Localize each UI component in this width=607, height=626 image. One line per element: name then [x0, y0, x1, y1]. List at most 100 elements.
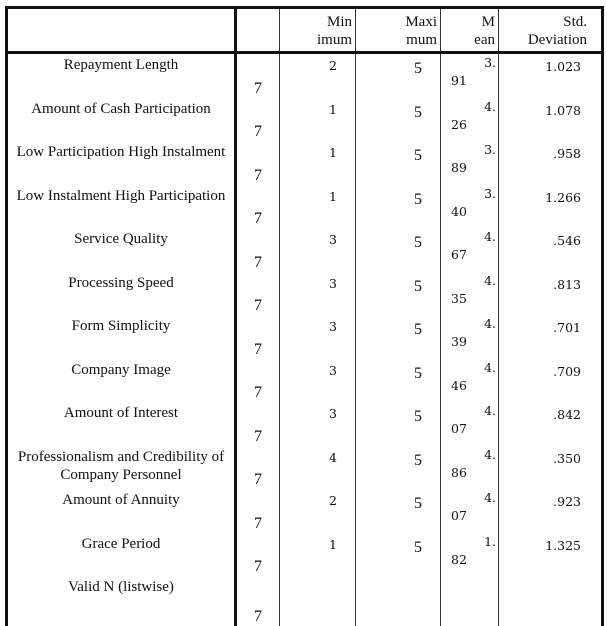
row-n: 7: [235, 576, 280, 626]
mean-integer-part: 4.: [484, 272, 496, 288]
mean-integer-part: 4.: [484, 490, 496, 505]
descriptive-statistics-table: Min imum Maxi mum M ean Std. Deviation R…: [5, 6, 604, 626]
header-mean: M ean: [440, 7, 499, 54]
row-minimum: 2: [279, 489, 356, 533]
row-minimum: 3: [279, 271, 356, 315]
row-label: Repayment Length: [6, 52, 237, 98]
row-minimum: 1: [279, 532, 356, 576]
header-maximum: Maxi mum: [355, 7, 441, 54]
row-minimum: [279, 576, 356, 626]
row-mean: 4. 07: [440, 402, 499, 446]
row-minimum: 4: [279, 445, 356, 489]
row-minimum: 1: [279, 184, 356, 228]
table-row: Service Quality 7 3 5 4. 67 .546: [6, 228, 603, 272]
mean-integer-part: 3.: [484, 185, 496, 201]
row-std-deviation: .923: [553, 494, 581, 509]
row-std-deviation: .842: [553, 407, 581, 422]
row-std-deviation: .709: [553, 363, 581, 379]
table-row: Company Image 7 3 5 4. 46 .709: [6, 358, 603, 402]
mean-integer-part: 4.: [484, 316, 496, 331]
row-minimum: 3: [279, 228, 356, 272]
row-label: Form Simplicity: [6, 315, 237, 359]
row-n: 7: [235, 184, 280, 228]
mean-integer-part: 4.: [484, 359, 496, 375]
row-label: Processing Speed: [6, 271, 237, 315]
mean-fraction-part: 46: [451, 377, 467, 393]
row-n: 7: [235, 445, 280, 489]
mean-fraction-part: 89: [451, 160, 467, 175]
mean-integer-part: 3.: [484, 55, 496, 70]
header-label: [6, 7, 237, 54]
row-std-deviation: .813: [553, 276, 581, 292]
row-maximum: 5: [355, 489, 441, 533]
row-maximum: 5: [355, 315, 441, 359]
row-mean: 3. 91: [440, 52, 499, 98]
row-minimum: 3: [279, 315, 356, 359]
mean-fraction-part: 86: [451, 464, 467, 480]
row-minimum: 3: [279, 358, 356, 402]
table-row: Grace Period 7 1 5 1. 82 1.325: [6, 532, 603, 576]
row-std-deviation: 1.325: [545, 537, 581, 553]
row-maximum: 5: [355, 97, 441, 141]
table-row: Low Instalment High Participation 7 1 5 …: [6, 184, 603, 228]
row-mean: 4. 39: [440, 315, 499, 359]
mean-integer-part: 4.: [484, 403, 496, 418]
row-n: 7: [235, 402, 280, 446]
row-n: 7: [235, 489, 280, 533]
row-maximum: 5: [355, 358, 441, 402]
row-n: 7: [235, 228, 280, 272]
mean-integer-part: 4.: [484, 446, 496, 462]
row-minimum: 2: [279, 52, 356, 98]
row-n: 7: [235, 141, 280, 185]
row-n: 7: [235, 315, 280, 359]
row-maximum: 5: [355, 228, 441, 272]
table-row: Amount of Annuity 7 2 5 4. 07 .923: [6, 489, 603, 533]
row-minimum: 1: [279, 141, 356, 185]
row-label: Amount of Interest: [6, 402, 237, 446]
row-mean: 3. 89: [440, 141, 499, 185]
row-maximum: 5: [355, 271, 441, 315]
row-maximum: 5: [355, 52, 441, 98]
row-mean: [440, 576, 499, 626]
header-std-deviation: Std. Deviation: [498, 7, 603, 54]
table-row: Repayment Length 7 2 5 3. 91 1.023: [6, 52, 603, 98]
row-minimum: 1: [279, 97, 356, 141]
row-std-deviation: .350: [553, 450, 581, 466]
row-label: Low Participation High Instalment: [6, 141, 237, 185]
row-label: Service Quality: [6, 228, 237, 272]
row-std-deviation: .701: [553, 320, 581, 335]
row-mean: 4. 35: [440, 271, 499, 315]
row-label: Amount of Annuity: [6, 489, 237, 533]
row-label: Professionalism and Credibility of Compa…: [6, 445, 237, 489]
row-mean: 4. 46: [440, 358, 499, 402]
row-maximum: 5: [355, 402, 441, 446]
row-maximum: [355, 576, 441, 626]
table-row: Amount of Interest 7 3 5 4. 07 .842: [6, 402, 603, 446]
row-mean: 1. 82: [440, 532, 499, 576]
mean-fraction-part: 07: [451, 508, 467, 523]
row-std-deviation: 1.078: [545, 102, 581, 118]
row-n: 7: [235, 532, 280, 576]
row-minimum: 3: [279, 402, 356, 446]
mean-integer-part: 1.: [484, 533, 496, 549]
row-label: Company Image: [6, 358, 237, 402]
header-row: Min imum Maxi mum M ean Std. Deviation: [6, 7, 603, 54]
row-label: Valid N (listwise): [6, 576, 237, 626]
table-row: Amount of Cash Participation 7 1 5 4. 26 …: [6, 97, 603, 141]
mean-integer-part: 4.: [484, 229, 496, 244]
mean-fraction-part: 67: [451, 247, 467, 262]
row-maximum: 5: [355, 532, 441, 576]
mean-fraction-part: 40: [451, 203, 467, 219]
row-maximum: 5: [355, 141, 441, 185]
row-maximum: 5: [355, 445, 441, 489]
table-row: Processing Speed 7 3 5 4. 35 .813: [6, 271, 603, 315]
row-std-deviation: .958: [553, 146, 581, 161]
mean-fraction-part: 82: [451, 551, 467, 567]
row-mean: 3. 40: [440, 184, 499, 228]
row-n: 7: [235, 52, 280, 98]
mean-fraction-part: 39: [451, 334, 467, 349]
table-row: Form Simplicity 7 3 5 4. 39 .701: [6, 315, 603, 359]
row-mean: 4. 67: [440, 228, 499, 272]
mean-fraction-part: 91: [451, 73, 467, 88]
mean-fraction-part: 26: [451, 116, 467, 132]
